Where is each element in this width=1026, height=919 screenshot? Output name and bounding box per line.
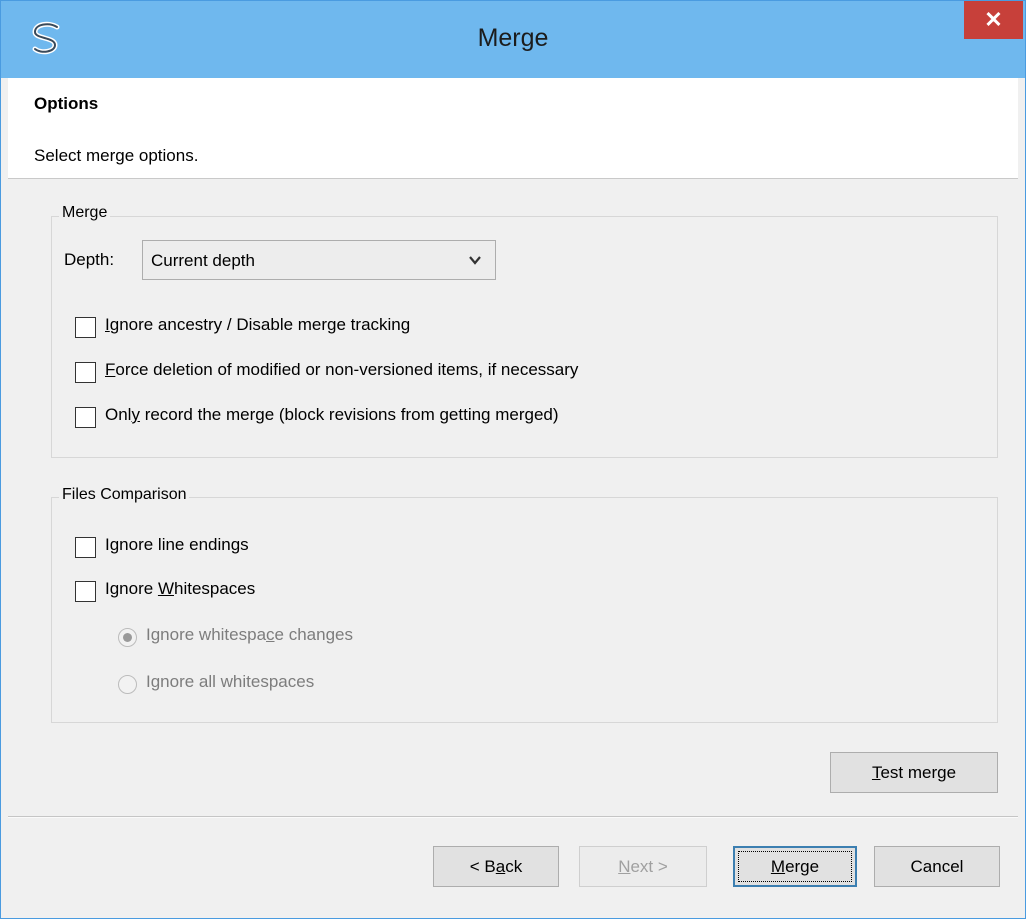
force-deletion-label[interactable]: Force deletion of modified or non-versio… — [105, 360, 578, 380]
record-only-label[interactable]: Only record the merge (block revisions f… — [105, 405, 559, 425]
ignore-whitespace-changes-radio[interactable] — [118, 628, 137, 647]
ignore-ancestry-label[interactable]: Ignore ancestry / Disable merge tracking — [105, 315, 410, 335]
radio-selected-dot — [123, 633, 132, 642]
ignore-whitespaces-label[interactable]: Ignore Whitespaces — [105, 579, 255, 599]
page-subtitle: Select merge options. — [34, 146, 199, 165]
force-deletion-checkbox[interactable] — [75, 362, 96, 383]
close-button[interactable]: ✕ — [964, 1, 1023, 39]
depth-label: Depth: — [64, 250, 115, 269]
ignore-line-endings-checkbox[interactable] — [75, 537, 96, 558]
merge-dialog: Merge ✕ Options Select merge options. Me… — [0, 0, 1026, 919]
next-button[interactable]: Next > — [579, 846, 707, 887]
cancel-button[interactable]: Cancel — [874, 846, 1000, 887]
ignore-all-whitespaces-radio[interactable] — [118, 675, 137, 694]
page-title: Options — [34, 94, 99, 113]
files-comparison-legend: Files Comparison — [59, 486, 190, 504]
ignore-whitespace-changes-label[interactable]: Ignore whitespace changes — [146, 625, 353, 645]
depth-select[interactable]: Current depth — [142, 240, 496, 280]
wizard-header: Options Select merge options. — [8, 78, 1018, 179]
window-title: Merge — [477, 24, 549, 52]
footer-separator — [8, 816, 1018, 818]
close-icon: ✕ — [984, 7, 1003, 32]
back-button[interactable]: < Back — [433, 846, 559, 887]
ignore-ancestry-checkbox[interactable] — [75, 317, 96, 338]
merge-group-legend: Merge — [59, 204, 111, 222]
depth-select-value: Current depth — [151, 251, 255, 270]
test-merge-button[interactable]: Test merge — [830, 752, 998, 793]
ignore-line-endings-label[interactable]: Ignore line endings — [105, 535, 249, 555]
title-bar[interactable]: Merge ✕ — [1, 1, 1025, 78]
chevron-down-icon — [469, 256, 481, 265]
record-only-checkbox[interactable] — [75, 407, 96, 428]
ignore-whitespaces-checkbox[interactable] — [75, 581, 96, 602]
ignore-all-whitespaces-label[interactable]: Ignore all whitespaces — [146, 672, 314, 692]
merge-button[interactable]: Merge — [733, 846, 857, 887]
